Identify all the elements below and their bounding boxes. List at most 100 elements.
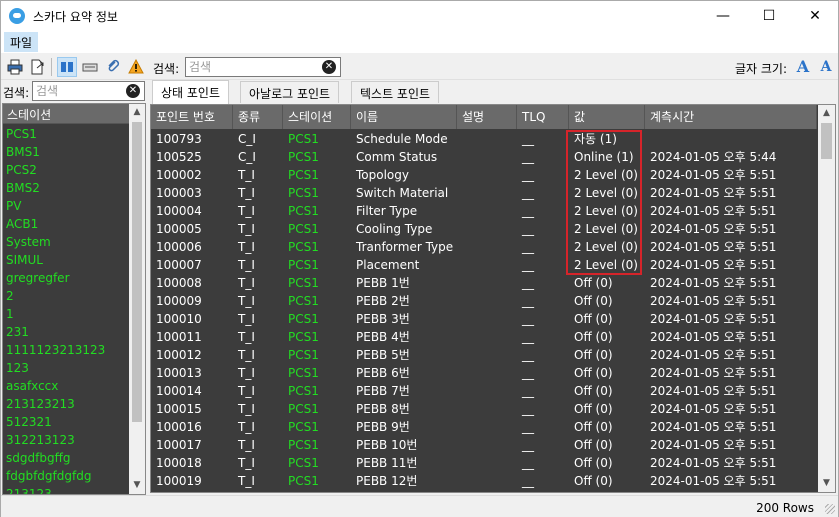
table-row[interactable]: 100011 T_I PCS1 PEBB 4번 __ Off (0) 2024-01-05 … <box>151 328 817 346</box>
tab-text-points[interactable]: 텍스트 포인트 <box>351 81 440 103</box>
font-decrease-icon[interactable]: A <box>816 57 836 77</box>
table-row[interactable]: 100002 T_I PCS1 Topology __ 2 Level (0) 2024-0… <box>151 166 817 184</box>
col-name-header[interactable]: 이름 <box>351 105 457 129</box>
station-list-item[interactable]: gregregfer <box>3 269 129 287</box>
search-input[interactable] <box>186 58 306 76</box>
col-type-cell: T_I <box>238 222 255 236</box>
station-list-item[interactable]: 1111123213123 <box>3 341 129 359</box>
station-list-item[interactable]: 123 <box>3 359 129 377</box>
station-list-item[interactable]: 213123 <box>3 485 129 494</box>
col-name-cell: PEBB 9번 <box>356 420 410 434</box>
station-list-item[interactable]: BMS2 <box>3 179 129 197</box>
warning-icon[interactable] <box>126 57 146 77</box>
table-row[interactable]: 100016 T_I PCS1 PEBB 9번 __ Off (0) 2024-01-05 … <box>151 418 817 436</box>
minimize-button[interactable]: — <box>700 1 746 31</box>
station-list-item[interactable]: PCS2 <box>3 161 129 179</box>
col-point-number-header[interactable]: 포인트 번호 <box>151 105 233 129</box>
table-row[interactable]: 100010 T_I PCS1 PEBB 3번 __ Off (0) 2024-01-05 … <box>151 310 817 328</box>
table-row[interactable]: 100012 T_I PCS1 PEBB 5번 __ Off (0) 2024-01-05 … <box>151 346 817 364</box>
window-title: 스카다 요약 정보 <box>33 9 118 24</box>
station-list-item[interactable]: PCS1 <box>3 125 129 143</box>
col-type-cell: C_I <box>238 132 256 146</box>
table-row[interactable]: 100793 C_I PCS1 Schedule Mode __ 자동 (1) <box>151 130 817 148</box>
scroll-down-icon[interactable]: ▼ <box>129 477 145 494</box>
col-name-cell: PEBB 8번 <box>356 402 410 416</box>
station-list-item[interactable]: asafxccx <box>3 377 129 395</box>
station-list: PCS1 BMS1 PCS2 BMS2 PV ACB1 System SIMUL gregreg… <box>3 125 129 494</box>
tab-analog-points[interactable]: 아날로그 포인트 <box>240 81 340 103</box>
table-row[interactable]: 100018 T_I PCS1 PEBB 11번 __ Off (0) 2024-01-05… <box>151 454 817 472</box>
station-column-header[interactable]: 스테이션 <box>3 104 129 124</box>
station-list-item[interactable]: 2 <box>3 287 129 305</box>
table-row[interactable]: 100007 T_I PCS1 Placement __ 2 Level (0) 2024-… <box>151 256 817 274</box>
station-list-item[interactable]: BMS1 <box>3 143 129 161</box>
station-list-item[interactable]: 231 <box>3 323 129 341</box>
table-row[interactable]: 100015 T_I PCS1 PEBB 8번 __ Off (0) 2024-01-05 … <box>151 400 817 418</box>
table-row[interactable]: 100003 T_I PCS1 Switch Material __ 2 Level (0… <box>151 184 817 202</box>
table-row[interactable]: 100013 T_I PCS1 PEBB 6번 __ Off (0) 2024-01-05 … <box>151 364 817 382</box>
font-size-label: 글자 크기: <box>735 62 788 76</box>
window-controls: — ☐ ✕ <box>700 1 838 31</box>
font-increase-icon[interactable]: A <box>793 57 813 77</box>
col-description-cell <box>457 274 517 292</box>
keyboard-icon[interactable] <box>80 57 100 77</box>
col-description-cell <box>457 184 517 202</box>
station-list-item[interactable]: fdgbfdgfdgfdg <box>3 467 129 485</box>
table-row[interactable]: 100008 T_I PCS1 PEBB 1번 __ Off (0) 2024-01-05 … <box>151 274 817 292</box>
clear-station-search-icon[interactable]: ✕ <box>126 84 140 98</box>
grid-scrollbar-thumb[interactable] <box>821 123 832 159</box>
col-type-cell: T_I <box>238 168 255 182</box>
col-measure-time-cell: 2024-01-05 오후 5:51 <box>650 456 777 470</box>
station-list-item[interactable]: PV <box>3 197 129 215</box>
station-list-item[interactable]: ACB1 <box>3 215 129 233</box>
station-list-item[interactable]: 1 <box>3 305 129 323</box>
station-search-input[interactable] <box>33 82 113 100</box>
col-value-header[interactable]: 값 <box>569 105 645 129</box>
station-list-item[interactable]: 512321 <box>3 413 129 431</box>
grid-scroll-down-icon[interactable]: ▼ <box>818 475 835 492</box>
col-tlq-cell: __ <box>522 168 534 182</box>
resize-grip-icon[interactable] <box>825 504 835 514</box>
station-search-label: 검색: <box>3 86 30 100</box>
col-description-header[interactable]: 설명 <box>457 105 517 129</box>
printer-icon[interactable] <box>5 57 25 77</box>
table-row[interactable]: 100009 T_I PCS1 PEBB 2번 __ Off (0) 2024-01-05 … <box>151 292 817 310</box>
col-name-cell: Switch Material <box>356 186 449 200</box>
menu-file[interactable]: 파일 <box>4 32 39 52</box>
attach-icon[interactable] <box>103 57 123 77</box>
table-row[interactable]: 100019 T_I PCS1 PEBB 12번 __ Off (0) 2024-01-05… <box>151 472 817 490</box>
grid-scroll-up-icon[interactable]: ▲ <box>818 105 835 122</box>
table-row[interactable]: 100014 T_I PCS1 PEBB 7번 __ Off (0) 2024-01-05 … <box>151 382 817 400</box>
col-station-cell: PCS1 <box>288 420 319 434</box>
station-list-item[interactable]: SIMUL <box>3 251 129 269</box>
scroll-up-icon[interactable]: ▲ <box>129 104 145 121</box>
scrollbar-thumb[interactable] <box>132 122 142 422</box>
maximize-button[interactable]: ☐ <box>746 1 792 31</box>
close-button[interactable]: ✕ <box>792 1 838 31</box>
table-row[interactable]: 100525 C_I PCS1 Comm Status __ Online (1) 2024… <box>151 148 817 166</box>
grid-scrollbar[interactable]: ▲ ▼ <box>818 105 835 492</box>
col-point-number-cell: 100013 <box>156 366 202 380</box>
col-type-header[interactable]: 종류 <box>233 105 283 129</box>
export-icon[interactable] <box>27 57 47 77</box>
col-point-number-cell: 100018 <box>156 456 202 470</box>
table-row[interactable]: 100017 T_I PCS1 PEBB 10번 __ Off (0) 2024-01-05… <box>151 436 817 454</box>
station-scrollbar[interactable]: ▲ ▼ <box>129 104 145 494</box>
table-row[interactable]: 100006 T_I PCS1 Tranformer Type __ 2 Level (0… <box>151 238 817 256</box>
col-station-header[interactable]: 스테이션 <box>283 105 351 129</box>
col-tlq-header[interactable]: TLQ <box>517 105 569 129</box>
col-measure-time-header[interactable]: 계측시간 <box>645 105 817 129</box>
station-list-item[interactable]: 213123213 <box>3 395 129 413</box>
station-list-item[interactable]: sdgdfbgffg <box>3 449 129 467</box>
station-list-item[interactable]: 312213123 <box>3 431 129 449</box>
col-description-cell <box>457 310 517 328</box>
station-list-item[interactable]: System <box>3 233 129 251</box>
table-row[interactable]: 100005 T_I PCS1 Cooling Type __ 2 Level (0) 20… <box>151 220 817 238</box>
clear-search-icon[interactable]: ✕ <box>322 60 336 74</box>
col-measure-time-cell: 2024-01-05 오후 5:51 <box>650 366 777 380</box>
tab-status-points[interactable]: 상태 포인트 <box>152 80 230 104</box>
table-row[interactable]: 100004 T_I PCS1 Filter Type __ 2 Level (0) 202… <box>151 202 817 220</box>
col-station-cell: PCS1 <box>288 438 319 452</box>
view-icon[interactable] <box>57 57 77 77</box>
col-value-cell: Off (0) <box>574 420 613 434</box>
